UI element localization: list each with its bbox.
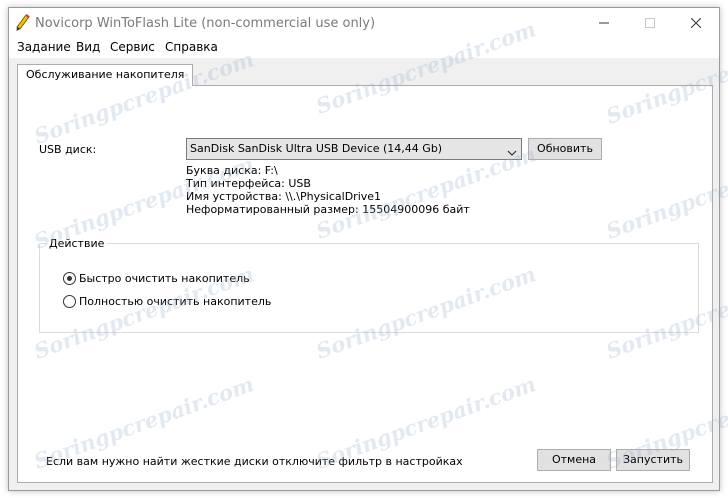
action-group-title: Действие [46, 237, 108, 250]
maximize-button[interactable] [627, 8, 673, 38]
menu-item-help[interactable]: Справка [165, 40, 218, 54]
maximize-icon [645, 18, 655, 28]
menu-item-view[interactable]: Вид [76, 40, 100, 54]
close-button[interactable] [673, 8, 719, 38]
filter-hint: Если вам нужно найти жесткие диски отклю… [46, 455, 463, 468]
pencil-icon [15, 14, 31, 32]
tab-drive-maintenance[interactable]: Обслуживание накопителя [17, 64, 194, 86]
minimize-button[interactable] [581, 8, 627, 38]
chevron-down-icon [507, 146, 517, 159]
quick-clean-label[interactable]: Быстро очистить накопитель [79, 272, 250, 285]
quick-clean-radio[interactable] [63, 272, 76, 285]
minimize-icon [599, 22, 609, 24]
menu-item-task[interactable]: Задание [17, 40, 71, 54]
start-button[interactable]: Запустить [616, 449, 690, 471]
window-title: Novicorp WinToFlash Lite (non-commercial… [35, 16, 376, 31]
full-clean-radio[interactable] [63, 295, 76, 308]
app-window: Novicorp WinToFlash Lite (non-commercial… [8, 7, 720, 491]
title-bar[interactable]: Novicorp WinToFlash Lite (non-commercial… [9, 8, 719, 38]
usb-drive-label: USB диск: [39, 143, 97, 156]
menu-item-service[interactable]: Сервис [110, 40, 155, 54]
menu-bar: Задание Вид Сервис Справка [9, 38, 719, 58]
action-groupbox [39, 243, 699, 333]
raw-size-info: Неформатированный размер: 15504900096 ба… [186, 203, 470, 216]
cancel-button[interactable]: Отмена [537, 449, 611, 471]
close-icon [691, 18, 701, 28]
tab-panel: USB диск: SanDisk SanDisk Ultra USB Devi… [17, 85, 713, 483]
device-name-info: Имя устройства: \\.\PhysicalDrive1 [186, 190, 382, 203]
drive-letter-info: Буква диска: F:\ [186, 164, 278, 177]
usb-drive-selected: SanDisk SanDisk Ultra USB Device (14,44 … [190, 142, 443, 155]
usb-drive-select[interactable]: SanDisk SanDisk Ultra USB Device (14,44 … [186, 138, 522, 160]
full-clean-label[interactable]: Полностью очистить накопитель [79, 295, 271, 308]
refresh-button[interactable]: Обновить [528, 138, 602, 160]
client-area: Обслуживание накопителя USB диск: SanDis… [9, 58, 719, 490]
interface-type-info: Тип интерфейса: USB [186, 177, 311, 190]
